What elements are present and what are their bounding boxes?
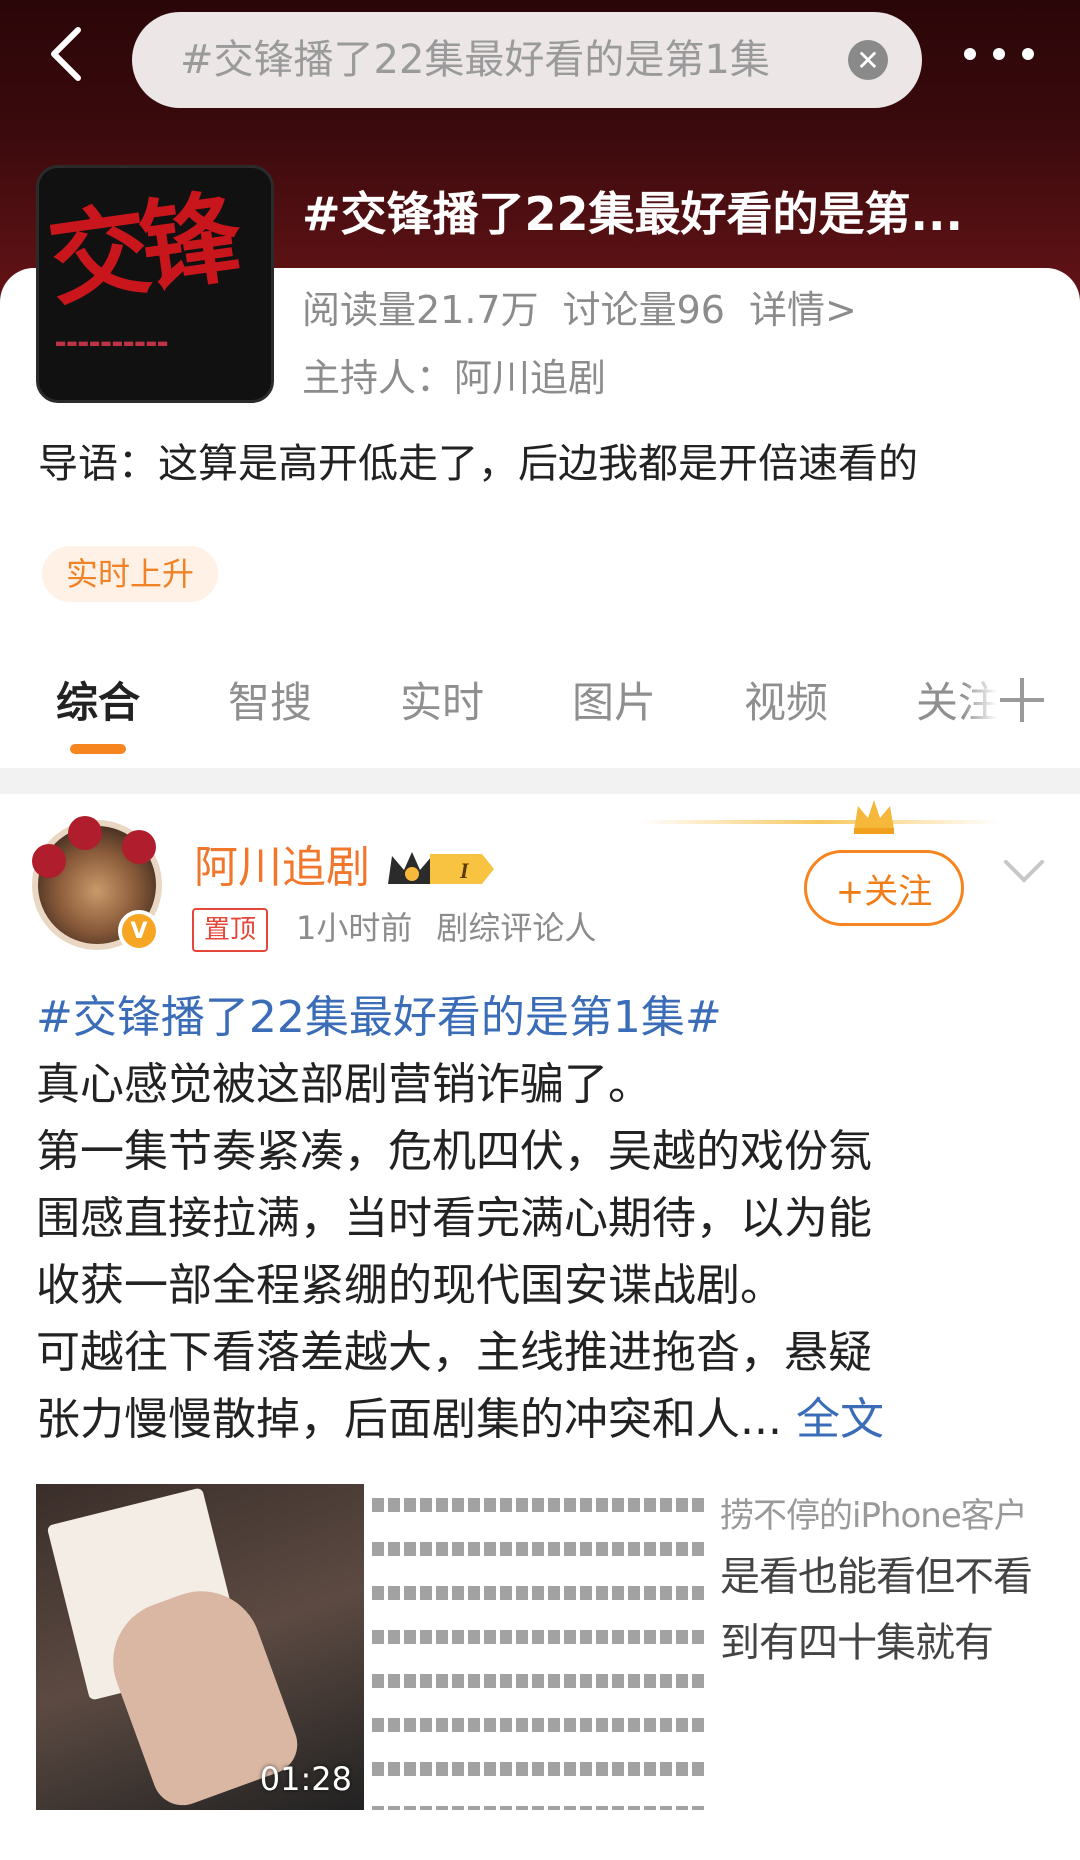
post-body: #交锋播了22集最好看的是第1集# 真心感觉被这部剧营销诈骗了。 第一集节奏紧凑… bbox=[36, 984, 1046, 1453]
cover-title: 交锋 bbox=[41, 177, 241, 321]
tab-bar: 综合 智搜 实时 图片 视频 关注 bbox=[0, 668, 1080, 758]
image-text-line bbox=[372, 1528, 708, 1572]
video-thumbnail[interactable]: 01:28 bbox=[36, 1484, 364, 1810]
author-role: 剧综评论人 bbox=[436, 909, 597, 947]
image-thumbnail[interactable] bbox=[372, 1484, 708, 1810]
crown-icon bbox=[854, 800, 894, 834]
search-input[interactable]: #交锋播了22集最好看的是第1集 ✕ bbox=[132, 12, 922, 108]
image-text-line: 捞不停的iPhone客户 bbox=[720, 1496, 1028, 1536]
image-text-line bbox=[372, 1484, 708, 1528]
topic-host[interactable]: 主持人：阿川追剧 bbox=[302, 352, 606, 404]
avatar-flower-decoration bbox=[68, 816, 102, 850]
more-options-button[interactable] bbox=[964, 32, 1034, 76]
post-text-line: 围感直接拉满，当时看完满心期待，以为能 bbox=[36, 1193, 872, 1244]
post-text-line: 真心感觉被这部剧营销诈骗了。 bbox=[36, 1059, 652, 1110]
image-text-line bbox=[372, 1748, 708, 1792]
more-dot-icon bbox=[1022, 48, 1034, 60]
image-text-line bbox=[372, 1572, 708, 1616]
search-query: #交锋播了22集最好看的是第1集 bbox=[180, 37, 770, 83]
image-text-line bbox=[372, 1704, 708, 1748]
topic-cover-image[interactable]: 交锋 ▬▬▬▬▬▬▬▬▬▬ bbox=[36, 165, 274, 403]
pinned-tag: 置顶 bbox=[192, 908, 269, 952]
full-text-link[interactable]: 全文 bbox=[796, 1394, 884, 1445]
post-meta: 1小时前 剧综评论人 bbox=[296, 904, 620, 952]
active-tab-indicator bbox=[70, 744, 126, 754]
tab-realtime[interactable]: 实时 bbox=[400, 668, 484, 738]
cover-subtitle-decoration: ▬▬▬▬▬▬▬▬▬▬ bbox=[55, 336, 169, 350]
trend-tag[interactable]: 实时上升 bbox=[42, 546, 219, 602]
tab-images[interactable]: 图片 bbox=[572, 668, 656, 738]
image-text-line bbox=[372, 1616, 708, 1660]
back-button[interactable] bbox=[36, 22, 96, 86]
post-author-name[interactable]: 阿川追剧 bbox=[194, 838, 370, 898]
verified-badge-icon: V bbox=[118, 910, 160, 952]
topic-stats: 阅读量21.7万 讨论量96 详情> bbox=[302, 284, 881, 336]
chevron-down-icon[interactable] bbox=[1002, 856, 1046, 886]
post-text-line: 第一集节奏紧凑，危机四伏，吴越的戏份氛 bbox=[36, 1126, 872, 1177]
section-divider bbox=[0, 768, 1080, 794]
image-text-line bbox=[372, 1660, 708, 1704]
post-time: 1小时前 bbox=[296, 909, 413, 947]
tab-videos[interactable]: 视频 bbox=[744, 668, 828, 738]
read-count: 阅读量21.7万 bbox=[302, 288, 539, 332]
follow-button[interactable]: +关注 bbox=[804, 850, 964, 926]
tab-comprehensive[interactable]: 综合 bbox=[56, 668, 140, 738]
clear-search-icon[interactable]: ✕ bbox=[848, 40, 888, 80]
image-text-line bbox=[372, 1792, 708, 1810]
add-tab-icon[interactable] bbox=[1000, 678, 1044, 722]
video-duration: 01:28 bbox=[259, 1760, 352, 1798]
tab-smart-search[interactable]: 智搜 bbox=[228, 668, 312, 738]
top-bar: #交锋播了22集最好看的是第1集 ✕ bbox=[0, 0, 1080, 110]
back-arrow-icon bbox=[51, 27, 81, 81]
post-text-line-last: 张力慢慢散掉，后面剧集的冲突和人... 全文 bbox=[36, 1386, 1046, 1453]
more-dot-icon bbox=[993, 48, 1005, 60]
more-dot-icon bbox=[964, 48, 976, 60]
post-media: 01:28 捞不停的iPhone客户 是看也能看但不看 到有四十集就有 bbox=[36, 1484, 1046, 1810]
image-text-line: 是看也能看但不看 bbox=[720, 1554, 1033, 1600]
discussion-count: 讨论量96 bbox=[562, 288, 725, 332]
post-text-line: 可越往下看落差越大，主线推进拖沓，悬疑 bbox=[36, 1327, 872, 1378]
user-level-badge-icon: I bbox=[388, 852, 494, 884]
level-label: I bbox=[459, 858, 470, 883]
crown-decoration-line bbox=[640, 820, 1000, 824]
post-text-line: 张力慢慢散掉，后面剧集的冲突和人... bbox=[36, 1394, 782, 1445]
topic-intro: 导语：这算是高开低走了，后边我都是开倍速看的 bbox=[38, 441, 918, 487]
details-link[interactable]: 详情> bbox=[749, 288, 857, 332]
post-hashtag[interactable]: #交锋播了22集最好看的是第1集# bbox=[36, 984, 1046, 1051]
post-text-line: 收获一部全程紧绷的现代国安谍战剧。 bbox=[36, 1260, 784, 1311]
avatar-flower-decoration bbox=[32, 844, 66, 878]
image-text-line: 到有四十集就有 bbox=[720, 1620, 994, 1666]
avatar-flower-decoration bbox=[122, 830, 156, 864]
topic-title[interactable]: #交锋播了22集最好看的是第... bbox=[302, 184, 1042, 244]
image-thumbnail[interactable]: 捞不停的iPhone客户 是看也能看但不看 到有四十集就有 bbox=[716, 1484, 1046, 1810]
